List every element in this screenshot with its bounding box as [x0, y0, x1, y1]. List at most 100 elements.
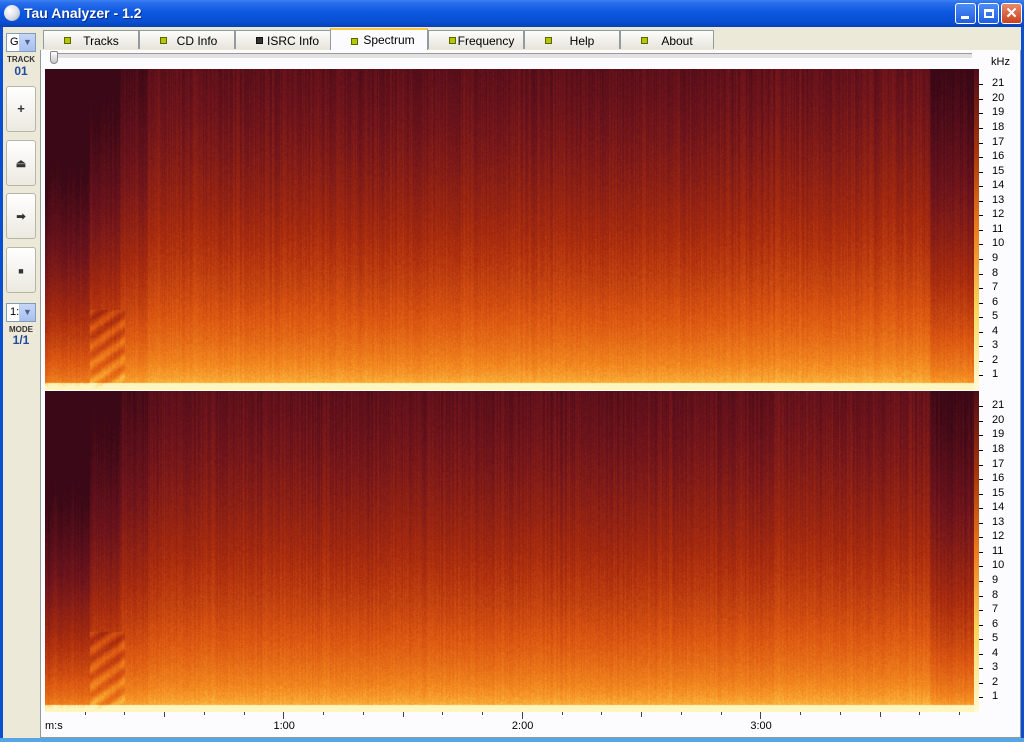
freq-tick-label: 3: [992, 339, 999, 352]
time-tick: [561, 712, 563, 715]
tab-label: CD Info: [176, 34, 218, 48]
tab-cd-info[interactable]: CD Info: [139, 30, 235, 49]
freq-tick-label: 1: [992, 368, 999, 381]
mode-select-value: 1:: [10, 306, 20, 318]
freq-tick-label: 9: [992, 573, 999, 586]
freq-tick-label: 12: [992, 530, 1005, 543]
tab-label: Help: [569, 34, 595, 48]
stop-icon: ■: [18, 266, 24, 276]
freq-tick-label: 11: [992, 222, 1004, 235]
freq-tick-label: 13: [992, 193, 1005, 206]
title-bar[interactable]: Tau Analyzer - 1.2 ✕: [0, 0, 1024, 27]
time-tick: [84, 712, 86, 715]
time-tick: [760, 712, 762, 719]
time-tick: [442, 712, 444, 715]
tab-about[interactable]: About: [620, 30, 714, 49]
time-tick: [482, 712, 484, 715]
mode-value: 1/1: [12, 333, 30, 347]
freq-tick: [979, 493, 983, 495]
tab-bar: Tracks CD Info ISRC Info Spectrum Freque…: [40, 28, 1021, 50]
freq-tick-label: 15: [992, 486, 1005, 499]
freq-tick-label: 10: [992, 559, 1005, 572]
freq-tick-label: 7: [992, 603, 999, 616]
time-tick: [601, 712, 603, 715]
freq-tick: [979, 302, 983, 304]
time-tick: [164, 712, 166, 717]
tab-tracks[interactable]: Tracks: [43, 30, 139, 49]
freq-tick: [979, 580, 983, 582]
app-icon[interactable]: [4, 5, 20, 21]
tab-isrc-info[interactable]: ISRC Info: [235, 30, 331, 49]
tab-frequency[interactable]: Frequency: [428, 30, 524, 49]
freq-tick: [979, 639, 983, 641]
drive-select-value: G: [10, 36, 19, 48]
freq-tick-label: 14: [992, 501, 1005, 514]
time-tick: [323, 712, 325, 715]
time-tick: [680, 712, 682, 715]
freq-tick: [979, 537, 983, 539]
mode-select[interactable]: 1: ▼: [6, 303, 36, 322]
time-axis: 1:00 2:00 3:00: [45, 712, 975, 736]
freq-tick: [979, 157, 983, 159]
eject-icon: ⏏: [15, 158, 27, 170]
window-title: Tau Analyzer - 1.2: [24, 5, 142, 21]
position-slider[interactable]: [52, 53, 972, 59]
freq-tick: [979, 653, 983, 655]
spectrogram-right-channel[interactable]: [45, 391, 975, 712]
eject-button[interactable]: ⏏: [6, 140, 36, 186]
play-button[interactable]: ➡: [6, 193, 36, 239]
close-button[interactable]: ✕: [1001, 3, 1022, 24]
freq-tick-label: 5: [992, 632, 999, 645]
freq-tick-label: 2: [992, 353, 999, 366]
drive-select[interactable]: G ▼: [6, 33, 36, 52]
track-number: 01: [14, 64, 28, 78]
freq-tick: [979, 113, 983, 115]
freq-tick-label: 13: [992, 515, 1005, 528]
status-bar: [0, 738, 1024, 742]
tab-label: Spectrum: [363, 33, 415, 47]
time-tick-label: 1:00: [273, 720, 295, 732]
freq-tick: [979, 668, 983, 670]
stop-button[interactable]: ■: [6, 247, 36, 293]
chevron-down-icon[interactable]: ▼: [19, 304, 35, 321]
freq-tick: [979, 595, 983, 597]
freq-tick: [979, 697, 983, 699]
freq-tick: [979, 142, 983, 144]
freq-tick: [979, 186, 983, 188]
time-tick: [800, 712, 802, 715]
freq-tick-label: 20: [992, 413, 1005, 426]
time-tick: [243, 712, 245, 715]
minimize-button[interactable]: [955, 3, 976, 24]
freq-tick-label: 14: [992, 179, 1005, 192]
freq-tick: [979, 375, 983, 377]
freq-tick-label: 15: [992, 164, 1005, 177]
time-tick: [879, 712, 881, 717]
spectrogram-left-channel[interactable]: [45, 69, 975, 390]
freq-tick-label: 17: [992, 457, 1005, 470]
freq-tick: [979, 449, 983, 451]
freq-tick: [979, 171, 983, 173]
chevron-down-icon[interactable]: ▼: [19, 34, 35, 51]
freq-tick-label: 21: [992, 77, 1005, 90]
freq-tick-label: 8: [992, 266, 999, 279]
freq-tick-label: 8: [992, 588, 999, 601]
freq-tick-label: 6: [992, 617, 999, 630]
time-tick-label: 2:00: [511, 720, 534, 732]
frequency-axis: 1 2 3 4 5 6 7 8 9 10 11 12 13 14 15 16 17 18 19 20 21 1 2 3 4 5 6 7…: [979, 69, 1019, 714]
plus-button[interactable]: +: [6, 86, 36, 132]
freq-tick: [979, 84, 983, 86]
maximize-icon: [984, 9, 994, 18]
freq-tick: [979, 360, 983, 362]
freq-tick: [979, 624, 983, 626]
freq-tick-label: 1: [992, 690, 999, 703]
tab-help[interactable]: Help: [524, 30, 620, 49]
maximize-button[interactable]: [978, 3, 999, 24]
freq-tick: [979, 244, 983, 246]
freq-tick: [979, 551, 983, 553]
tab-spectrum[interactable]: Spectrum: [330, 28, 428, 50]
freq-tick: [979, 479, 983, 481]
freq-tick: [979, 127, 983, 129]
freq-tick-label: 20: [992, 91, 1005, 104]
freq-tick: [979, 258, 983, 260]
position-slider-thumb[interactable]: [50, 51, 58, 64]
